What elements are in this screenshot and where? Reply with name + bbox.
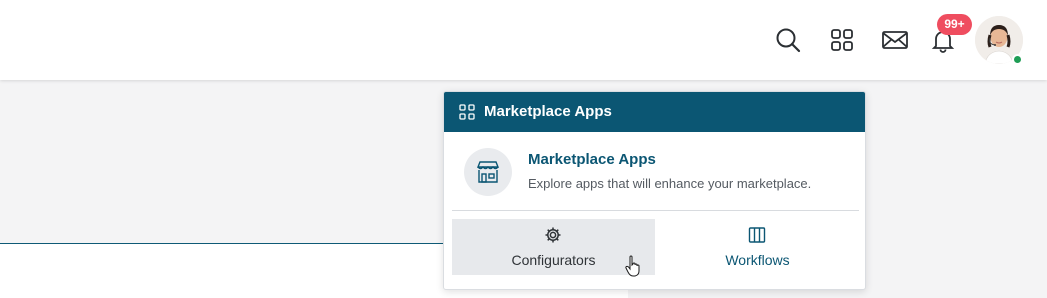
workflows-label: Workflows [725, 252, 790, 268]
apps-grid-icon[interactable] [828, 26, 856, 54]
workflows-option[interactable]: Workflows [656, 219, 859, 275]
hand-cursor-icon [625, 255, 640, 277]
online-status-indicator [1012, 54, 1023, 65]
apps-grid-icon [459, 104, 475, 120]
notification-badge: 99+ [937, 14, 972, 35]
dropdown-title: Marketplace Apps [484, 103, 612, 120]
dropdown-header: Marketplace Apps [444, 92, 865, 132]
top-header: 99+ [0, 0, 1047, 80]
columns-icon [748, 227, 766, 243]
dropdown-divider [452, 210, 859, 211]
search-icon[interactable] [774, 26, 802, 54]
gear-icon [545, 227, 561, 243]
mail-icon[interactable] [881, 26, 909, 54]
marketplace-apps-item[interactable]: Marketplace Apps Explore apps that will … [444, 132, 865, 210]
marketplace-apps-dropdown: Marketplace Apps Marketplace Apps Explor… [443, 91, 866, 290]
storefront-icon [464, 148, 512, 196]
app-item-description: Explore apps that will enhance your mark… [528, 176, 812, 191]
app-item-title: Marketplace Apps [528, 151, 656, 168]
